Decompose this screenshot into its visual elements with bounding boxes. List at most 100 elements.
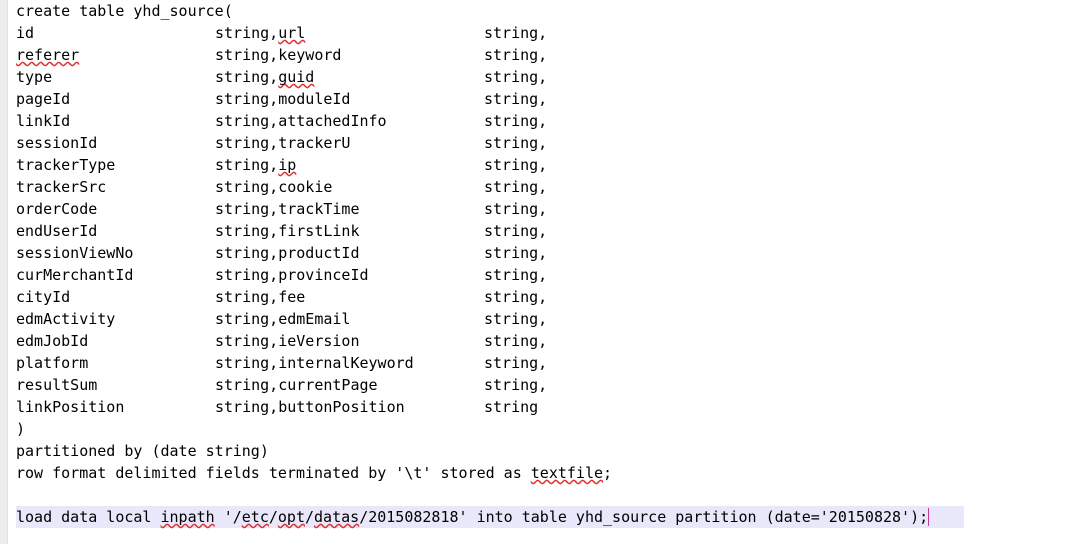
column-type: string, xyxy=(484,288,548,306)
column-type-and-next-name: string,moduleId xyxy=(215,88,350,110)
column-name: trackerType xyxy=(16,154,115,176)
row-format-clause: row format delimited fields terminated b… xyxy=(16,464,613,482)
column-name-text: orderCode xyxy=(16,200,98,218)
column-name-text: type xyxy=(16,68,53,86)
column-definition-row: edmActivity string,edmEmail string, xyxy=(0,308,1078,330)
create-table-statement: create table yhd_source( xyxy=(16,2,233,20)
column-type-and-next-name: string,buttonPosition xyxy=(215,396,405,418)
column-name-text: buttonPosition xyxy=(278,398,405,416)
column-type: string, xyxy=(484,90,548,108)
column-definition-row: trackerSrc string,cookie string, xyxy=(0,176,1078,198)
close-paren: ) xyxy=(16,420,26,438)
column-name: edmJobId xyxy=(16,330,88,352)
textfile-keyword: textfile xyxy=(530,464,604,482)
column-name-text: currentPage xyxy=(278,376,378,394)
column-definition-row: type string,guid string, xyxy=(0,66,1078,88)
code-line-header: create table yhd_source( xyxy=(0,0,1078,22)
column-type-and-next-name: string,trackerU xyxy=(215,132,350,154)
column-name: edmActivity xyxy=(16,308,115,330)
code-line-row-format: row format delimited fields terminated b… xyxy=(0,462,1078,484)
code-editor[interactable]: create table yhd_source( id string,url str… xyxy=(0,0,1078,544)
column-name-text: sessionId xyxy=(16,134,98,152)
column-name-text: edmJobId xyxy=(16,332,89,350)
column-type-and-next-name: string,provinceId xyxy=(215,264,369,286)
column-name-text: cityId xyxy=(16,288,71,306)
column-type-and-next-name: string,trackTime xyxy=(215,198,360,220)
column-name-text: guid xyxy=(278,68,315,86)
column-type-and-next-name: string,firstLink xyxy=(215,220,360,242)
column-name-text: curMerchantId xyxy=(16,266,134,284)
column-type: string, xyxy=(215,90,279,108)
column-name-text: internalKeyword xyxy=(278,354,414,372)
column-type-and-next-name: string,ip xyxy=(215,154,296,176)
column-type: string, xyxy=(484,178,548,196)
column-type: string, xyxy=(484,222,548,240)
column-type: string, xyxy=(215,46,279,64)
column-name-text: url xyxy=(278,24,306,42)
column-definition-row: cityId string,fee string, xyxy=(0,286,1078,308)
column-name-text: productId xyxy=(278,244,360,262)
load-data-statement: load data local inpath '/etc/opt/datas/2… xyxy=(16,506,965,528)
code-line-partitioned-by: partitioned by (date string) xyxy=(0,440,1078,462)
column-type: string, xyxy=(215,398,279,416)
column-name: sessionViewNo xyxy=(16,242,133,264)
column-type: string, xyxy=(215,288,279,306)
column-name-text: cookie xyxy=(278,178,333,196)
column-name-text: firstLink xyxy=(278,222,360,240)
column-type: string xyxy=(484,398,539,416)
column-type-and-next-name: string,currentPage xyxy=(215,374,378,396)
column-type: string, xyxy=(484,354,548,372)
column-name: linkPosition xyxy=(16,396,124,418)
column-type: string, xyxy=(215,112,279,130)
column-name-text: moduleId xyxy=(278,90,351,108)
column-definition-row: id string,url string, xyxy=(0,22,1078,44)
spellchecked-token: etc xyxy=(241,508,269,526)
column-name-text: platform xyxy=(16,354,89,372)
column-definition-row: orderCode string,trackTime string, xyxy=(0,198,1078,220)
column-name: orderCode xyxy=(16,198,97,220)
column-name: pageId xyxy=(16,88,70,110)
column-type: string, xyxy=(484,134,548,152)
column-type: string, xyxy=(215,332,279,350)
code-line-active[interactable]: load data local inpath '/etc/opt/datas/2… xyxy=(0,506,1078,528)
column-type-and-next-name: string,url xyxy=(215,22,305,44)
column-type: string, xyxy=(484,24,548,42)
column-type: string, xyxy=(215,244,279,262)
column-name-text: resultSum xyxy=(16,376,98,394)
column-name-text: edmEmail xyxy=(278,310,351,328)
column-name: trackerSrc xyxy=(16,176,106,198)
column-type: string, xyxy=(484,46,548,64)
code-content[interactable]: create table yhd_source( id string,url str… xyxy=(0,0,1078,544)
column-name-text: fee xyxy=(278,288,306,306)
column-type: string, xyxy=(484,244,548,262)
column-definition-row: curMerchantId string,provinceId string, xyxy=(0,264,1078,286)
column-name: sessionId xyxy=(16,132,97,154)
text-caret xyxy=(928,508,930,526)
column-type: string, xyxy=(215,200,279,218)
column-name-text: referer xyxy=(16,46,80,64)
column-type: string, xyxy=(215,310,279,328)
column-type: string, xyxy=(215,376,279,394)
column-type: string, xyxy=(484,332,548,350)
column-type-and-next-name: string,internalKeyword xyxy=(215,352,414,374)
column-name-text: linkPosition xyxy=(16,398,125,416)
column-name: cityId xyxy=(16,286,70,308)
column-type-and-next-name: string,cookie xyxy=(215,176,332,198)
column-type-and-next-name: string,guid xyxy=(215,66,314,88)
column-name-text: id xyxy=(16,24,35,42)
column-type: string, xyxy=(215,222,279,240)
column-name-text: edmActivity xyxy=(16,310,116,328)
column-type: string, xyxy=(215,178,279,196)
column-type-and-next-name: string,ieVersion xyxy=(215,330,360,352)
column-type-and-next-name: string,edmEmail xyxy=(215,308,350,330)
column-definition-row: referer string,keyword string, xyxy=(0,44,1078,66)
column-type: string, xyxy=(215,134,279,152)
column-name-text: ieVersion xyxy=(278,332,360,350)
column-type: string, xyxy=(484,200,548,218)
column-type: string, xyxy=(484,376,548,394)
column-name-text: keyword xyxy=(278,46,342,64)
column-definition-row: sessionId string,trackerU string, xyxy=(0,132,1078,154)
column-type: string, xyxy=(484,310,548,328)
column-type: string, xyxy=(215,68,279,86)
